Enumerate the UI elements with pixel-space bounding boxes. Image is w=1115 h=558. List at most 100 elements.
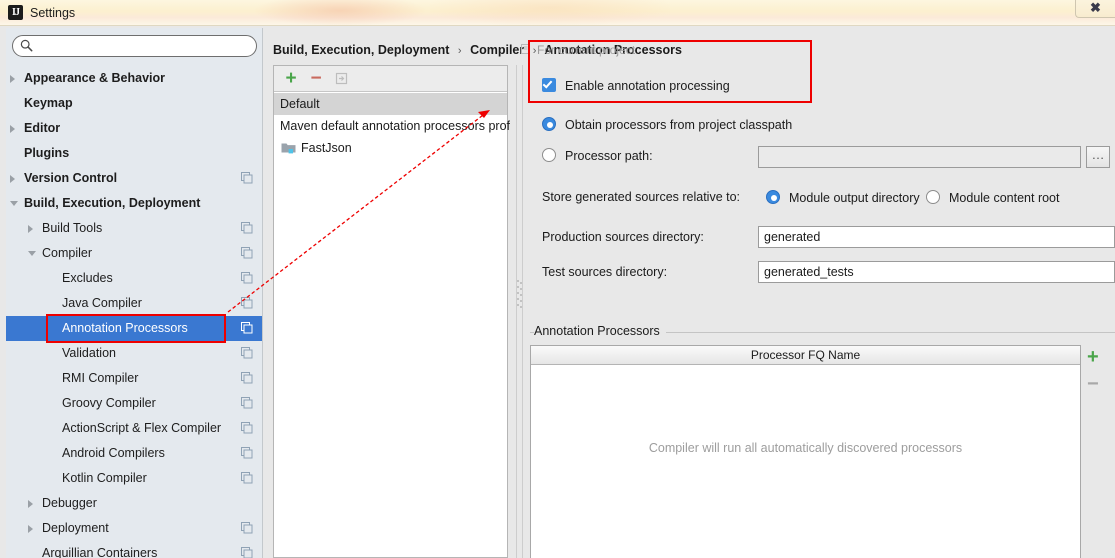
breadcrumb-separator-2: › [532, 45, 537, 57]
test-sources-input[interactable] [758, 261, 1115, 283]
copy-settings-icon[interactable] [241, 422, 253, 434]
sidebar-item-annotation-processors[interactable]: Annotation Processors [6, 316, 262, 341]
chevron-right-icon[interactable] [10, 125, 15, 133]
processor-path-radio[interactable] [542, 148, 556, 162]
sidebar-item-label: Build Tools [42, 221, 103, 235]
add-processor-button[interactable]: + [1087, 347, 1099, 367]
remove-profile-button[interactable]: − [307, 69, 325, 88]
sidebar-item-build-tools[interactable]: Build Tools [6, 216, 262, 241]
copy-settings-icon[interactable] [241, 372, 253, 384]
project-scope-label: For current project [521, 42, 636, 58]
sidebar-item-validation[interactable]: Validation [6, 341, 262, 366]
sidebar-item-label: Compiler [42, 246, 93, 260]
sidebar-item-plugins[interactable]: Plugins [6, 141, 262, 166]
copy-settings-icon[interactable] [241, 447, 253, 459]
module-output-directory-radio[interactable] [766, 190, 780, 204]
obtain-from-classpath-label: Obtain processors from project classpath [565, 118, 793, 132]
chevron-right-icon[interactable] [28, 225, 33, 233]
sidebar-item-build-execution-deployment[interactable]: Build, Execution, Deployment [6, 191, 262, 216]
copy-settings-icon[interactable] [241, 247, 253, 259]
copy-settings-icon[interactable] [241, 172, 253, 184]
chevron-down-icon[interactable] [28, 251, 36, 260]
annotation-processors-group-title: Annotation Processors [534, 324, 666, 338]
sidebar-item-android-compilers[interactable]: Android Compilers [6, 441, 262, 466]
project-scope-text: For current project [537, 43, 636, 57]
module-content-root-radio[interactable] [926, 190, 940, 204]
sidebar-item-compiler[interactable]: Compiler [6, 241, 262, 266]
test-sources-label: Test sources directory: [542, 265, 668, 279]
sidebar-item-label: Build, Execution, Deployment [24, 196, 201, 210]
processor-path-browse-button[interactable]: … [1086, 146, 1110, 168]
copy-settings-icon[interactable] [241, 222, 253, 234]
enable-annotation-processing-checkbox[interactable] [542, 78, 556, 92]
sidebar-item-excludes[interactable]: Excludes [6, 266, 262, 291]
add-profile-button[interactable]: + [282, 69, 300, 88]
project-scope-icon [521, 44, 530, 54]
intellij-idea-icon: IJ [8, 5, 23, 20]
profile-row-maven[interactable]: Maven default annotation processors prof [274, 115, 510, 137]
titlebar-glow-right [430, 0, 670, 26]
sidebar-item-kotlin-compiler[interactable]: Kotlin Compiler [6, 466, 262, 491]
annotation-processors-pane: Enable annotation processing Obtain proc… [526, 58, 1115, 558]
panel-splitter[interactable] [513, 65, 525, 558]
copy-settings-icon[interactable] [241, 547, 253, 558]
module-folder-icon [281, 143, 296, 154]
sidebar-item-deployment[interactable]: Deployment [6, 516, 262, 541]
window-title: Settings [30, 6, 76, 20]
settings-content: Build, Execution, Deployment › Compiler … [264, 28, 1115, 558]
sidebar-item-editor[interactable]: Editor [6, 116, 262, 141]
remove-processor-button[interactable]: − [1087, 374, 1099, 394]
copy-settings-icon[interactable] [241, 522, 253, 534]
sidebar-item-actionscript-and-flex-compiler[interactable]: ActionScript & Flex Compiler [6, 416, 262, 441]
chevron-right-icon[interactable] [28, 500, 33, 508]
sidebar-item-label: Editor [24, 121, 61, 135]
store-generated-label: Store generated sources relative to: [542, 190, 741, 204]
search-icon [20, 39, 33, 52]
sidebar-item-label: Appearance & Behavior [24, 71, 166, 85]
chevron-down-icon[interactable] [10, 201, 18, 210]
module-output-directory-label: Module output directory [789, 191, 920, 205]
obtain-from-classpath-radio[interactable] [542, 117, 556, 131]
dialog-body: Appearance & Behavior Keymap Editor Plugins… [0, 26, 1115, 558]
sidebar-item-appearance-and-behavior[interactable]: Appearance & Behavior [6, 66, 262, 91]
search-field-wrapper[interactable] [12, 35, 257, 57]
sidebar-item-groovy-compiler[interactable]: Groovy Compiler [6, 391, 262, 416]
breadcrumb-part-1[interactable]: Build, Execution, Deployment [273, 43, 449, 57]
enable-annotation-processing-label: Enable annotation processing [565, 79, 730, 93]
profile-row-fastjson-label: FastJson [301, 141, 352, 155]
copy-settings-icon[interactable] [241, 397, 253, 409]
sidebar-item-keymap[interactable]: Keymap [6, 91, 262, 116]
processor-table-header: Processor FQ Name [531, 346, 1080, 365]
copy-settings-icon[interactable] [241, 297, 253, 309]
production-sources-input[interactable] [758, 226, 1115, 248]
profile-row-fastjson[interactable]: FastJson [274, 137, 507, 159]
chevron-right-icon[interactable] [10, 175, 15, 183]
copy-settings-icon[interactable] [241, 347, 253, 359]
copy-settings-icon[interactable] [241, 322, 253, 334]
chevron-right-icon[interactable] [10, 75, 15, 83]
sidebar-item-label: Debugger [42, 496, 97, 510]
checkmark-icon [542, 78, 553, 89]
search-input[interactable] [36, 37, 250, 55]
close-icon[interactable]: ✖ [1075, 0, 1115, 18]
sidebar-item-debugger[interactable]: Debugger [6, 491, 262, 516]
copy-settings-icon[interactable] [241, 472, 253, 484]
sidebar-item-rmi-compiler[interactable]: RMI Compiler [6, 366, 262, 391]
sidebar-item-label: RMI Compiler [62, 371, 139, 385]
processor-table[interactable]: Processor FQ Name Compiler will run all … [530, 345, 1081, 558]
processor-table-empty-text: Compiler will run all automatically disc… [648, 441, 963, 455]
sidebar-item-label: Version Control [24, 171, 118, 185]
processor-path-input[interactable] [758, 146, 1081, 168]
copy-settings-icon[interactable] [241, 272, 253, 284]
chevron-right-icon[interactable] [28, 525, 33, 533]
move-to-module-icon[interactable] [332, 71, 350, 88]
window-titlebar: IJ Settings ✖ [0, 0, 1115, 26]
sidebar-item-java-compiler[interactable]: Java Compiler [6, 291, 262, 316]
production-sources-label: Production sources directory: [542, 230, 704, 244]
sidebar-item-version-control[interactable]: Version Control [6, 166, 262, 191]
breadcrumb-part-2[interactable]: Compiler [470, 43, 524, 57]
sidebar-item-arquillian-containers[interactable]: Arquillian Containers [6, 541, 262, 558]
breadcrumb-separator-1: › [457, 45, 462, 57]
profile-header-row[interactable]: Default [274, 93, 507, 115]
splitter-line-left [516, 65, 517, 558]
